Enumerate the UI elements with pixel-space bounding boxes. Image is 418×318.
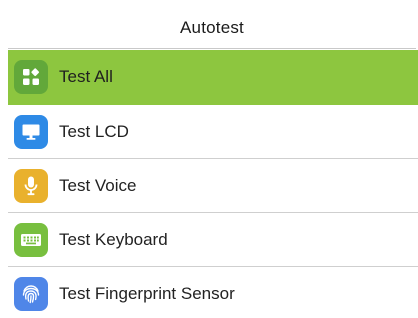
monitor-icon — [14, 114, 48, 149]
menu-item-test-lcd[interactable]: Test LCD — [8, 105, 418, 159]
menu-item-label: Test Keyboard — [59, 229, 168, 249]
menu-item-label: Test Voice — [59, 175, 137, 195]
menu-item-test-keyboard[interactable]: Test Keyboard — [8, 213, 418, 267]
menu-item-test-all[interactable]: Test All — [8, 50, 418, 105]
apps-grid-icon — [14, 60, 48, 94]
menu-item-test-fingerprint-sensor[interactable]: Test Fingerprint Sensor — [8, 267, 418, 318]
page-title: Autotest — [8, 8, 416, 49]
fingerprint-icon — [14, 276, 48, 311]
menu-item-label: Test Fingerprint Sensor — [59, 283, 235, 303]
menu-item-test-voice[interactable]: Test Voice — [8, 159, 418, 213]
autotest-menu: Test All Test LCD Test Voice Test Keyboa… — [8, 50, 418, 318]
menu-item-label: Test All — [59, 67, 113, 86]
menu-item-label: Test LCD — [59, 121, 129, 141]
microphone-icon — [14, 168, 48, 203]
keyboard-icon — [14, 222, 48, 257]
autotest-screen: Autotest Test All Test LCD Test Voice Te… — [0, 0, 418, 318]
